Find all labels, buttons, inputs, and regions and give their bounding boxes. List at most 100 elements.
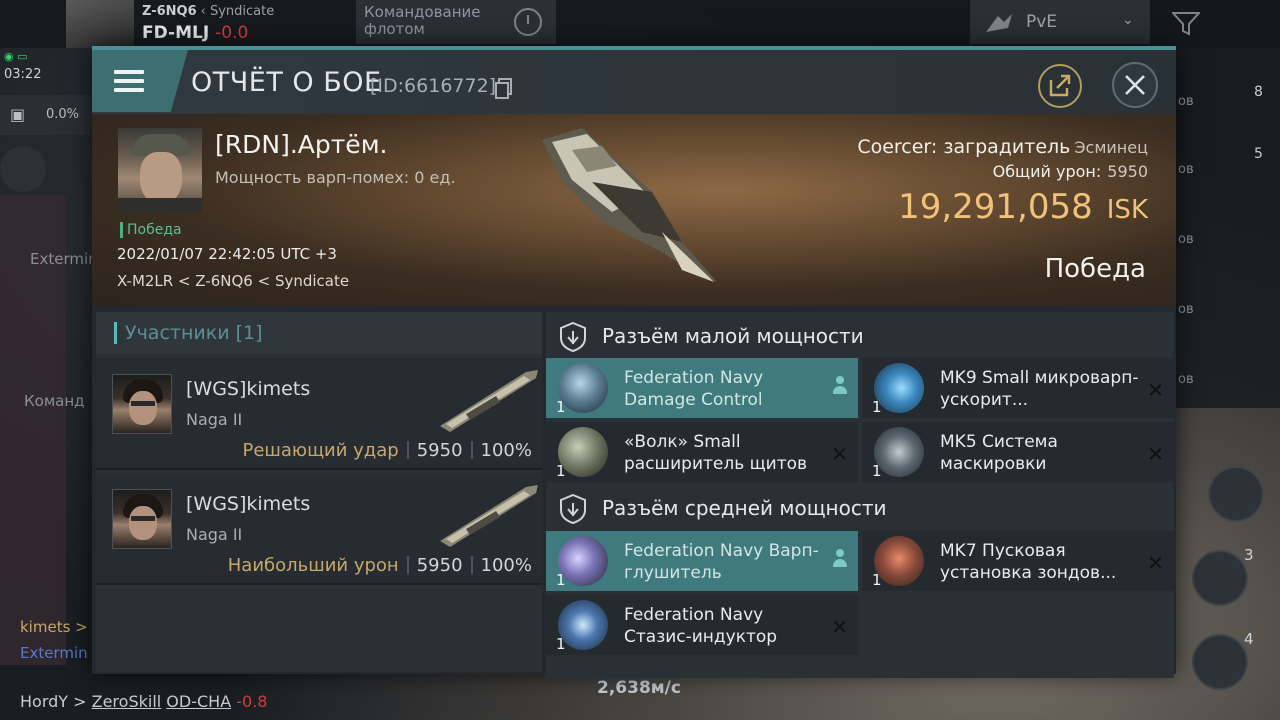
ship-mode-icon [986,14,1012,32]
module-name: Federation Navy Damage Control [624,368,764,410]
module-name: MK7 Пусковая установка зондов... [940,541,1117,583]
bottom-user-name[interactable]: ZeroSkill [92,692,162,711]
menu-button[interactable] [92,50,188,112]
hud-system-path: Z-6NQ6 ‹ Syndicate [142,4,275,19]
mid-slot-section: Разъём средней мощности [546,488,1174,528]
module-slot[interactable]: 1 Federation Navy Damage Control [546,358,858,418]
left-chat-text: kimets > [20,618,88,636]
low-slot-section: Разъём малой мощности [546,316,1174,356]
participants-header[interactable]: Участники [1] [96,312,542,354]
player-avatar[interactable] [66,0,134,48]
module-name: Federation Navy Стазис-индуктор [624,605,778,647]
dialog-title: ОТЧЁТ О БОЕ [191,67,382,98]
bottom-system[interactable]: OD-CHA [166,692,231,711]
ship-name[interactable]: Coercer: заградитель [857,136,1070,158]
battle-datetime: 2022/01/07 22:42:05 UTC +3 [117,245,337,263]
close-button[interactable] [1112,62,1158,108]
battle-report-dialog: ОТЧЁТ О БОЕ [ID:6616772] [RDN].Артём. Мо… [92,46,1176,678]
ship-speed: 2,638м/с [597,678,681,698]
location-pin-button[interactable] [0,146,46,192]
participant-damage: 5950 [416,440,463,461]
swap-button[interactable] [1208,466,1264,522]
right-label: ов [1178,232,1194,247]
module-slot[interactable]: 1 MK5 Система маскировки ✕ [862,422,1174,482]
participant-damage: 5950 [416,555,463,576]
module-slot[interactable]: 1 Federation Navy Варп-глушитель [546,531,858,591]
module-name: MK5 Система маскировки [940,432,1058,474]
total-damage-label: Общий урон: [992,162,1102,181]
fleet-command-label: Командование флотом [364,3,481,38]
participant-stats: Решающий удар 5950 100% [243,440,533,461]
battle-location[interactable]: X-M2LR < Z-6NQ6 < Syndicate [117,272,349,290]
left-overview-text-3: Extermin [20,644,88,662]
total-damage-value: 5950 [1107,162,1148,181]
ship-image[interactable] [532,122,732,292]
right-count: 8 [1254,84,1263,100]
chevron-down-icon: ⌄ [1122,12,1134,28]
module-quantity: 1 [872,398,882,416]
copy-icon[interactable] [495,78,512,99]
module-name: «Волк» Small расширитель щитов [624,432,808,474]
participant-avatar[interactable] [112,374,172,434]
cargo-indicator[interactable]: ▣ 0.0% [0,95,92,135]
fitting-panel: Разъём малой мощности 1 Federation Navy … [546,312,1174,678]
module-slot-button[interactable] [1192,634,1248,690]
slot-count: 4 [1244,630,1254,648]
victory-tag: Победа [120,222,182,238]
module-slot[interactable]: 1 Federation Navy Стазис-индуктор ✕ [546,595,858,655]
module-quantity: 1 [872,462,882,480]
share-button[interactable] [1038,64,1082,108]
isk-value-line: 19,291,058 ISK [857,187,1148,227]
left-overview-text-2: Команд [24,392,85,410]
right-label: ов [1178,372,1194,387]
left-overview-text-1: Extermin [30,250,98,268]
participant-role: Решающий удар [242,440,399,461]
pilot-name[interactable]: [RDN].Артём. [215,130,388,159]
participant-ship-image [440,370,538,432]
participant-ship-image [440,485,538,547]
fleet-command-button[interactable]: Командование флотом [356,0,556,44]
participant-ship: Naga II [186,410,243,429]
participant-name: [WGS]kimets [186,378,311,400]
module-quantity: 1 [556,571,566,589]
mode-selector[interactable]: PvE ⌄ [970,0,1150,44]
hud-current-system[interactable]: FD-MLJ -0.0 [142,23,248,43]
participant-row[interactable]: [WGS]kimets Naga II Решающий удар 5950 100… [96,358,542,470]
participant-stats: Наибольший урон 5950 100% [228,555,532,576]
close-icon [1125,75,1145,95]
isk-value: 19,291,058 [898,187,1093,227]
destroyed-x-icon: ✕ [831,442,848,466]
participant-row[interactable]: [WGS]kimets Naga II Наибольший урон 5950 1… [96,473,542,585]
module-quantity: 1 [556,398,566,416]
module-name: MK9 Small микроварп-ускорит... [940,368,1139,410]
pilot-portrait[interactable] [118,128,202,212]
right-label: ов [1178,302,1194,317]
module-quantity: 1 [556,635,566,653]
participant-ship: Naga II [186,525,243,544]
participants-title: Участники [1] [125,322,263,344]
module-quantity: 1 [556,462,566,480]
slot-shield-icon [560,322,586,352]
module-slot-button[interactable] [1192,550,1248,606]
clock-icon [514,8,542,36]
connection-status-icon: ◉ ▭ [4,50,28,63]
right-label: ов [1178,162,1194,177]
participant-role: Наибольший урон [227,555,399,576]
bottom-security: -0.8 [236,692,268,711]
cargo-icon: ▣ [10,105,26,124]
participants-panel: Участники [1] [WGS]kimets Naga II Решающ… [96,312,542,672]
menu-icon [114,70,144,92]
right-label: ов [1178,94,1194,109]
bottom-pilot: HordY [20,692,69,711]
isk-unit: ISK [1106,195,1148,225]
module-slot[interactable]: 1 MK9 Small микроварп-ускорит... ✕ [862,358,1174,418]
mid-slot-title: Разъём средней мощности [602,496,887,520]
right-count: 5 [1254,146,1263,162]
participant-avatar[interactable] [112,489,172,549]
filter-icon[interactable] [1172,12,1200,36]
ship-class: Эсминец [1074,138,1148,157]
module-slot[interactable]: 1 MK7 Пусковая установка зондов... ✕ [862,531,1174,591]
module-slot[interactable]: 1 «Волк» Small расширитель щитов ✕ [546,422,858,482]
slot-shield-icon [560,494,586,524]
destroyed-x-icon: ✕ [1147,378,1164,402]
